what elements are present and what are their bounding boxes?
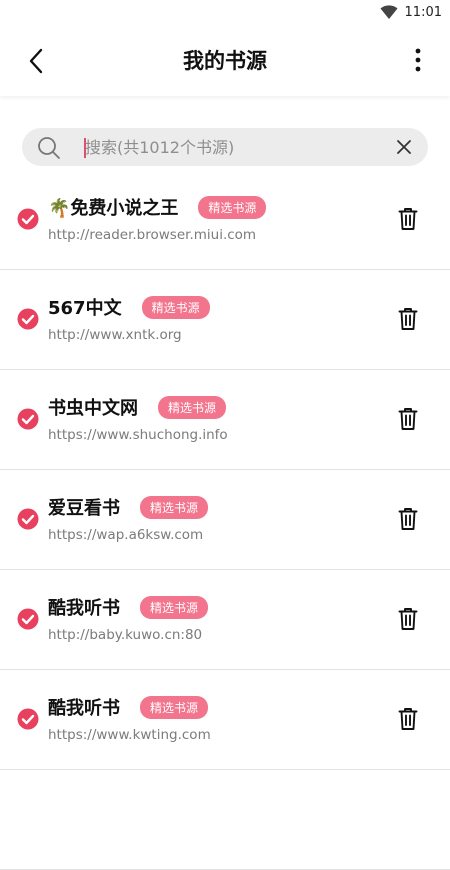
trash-icon[interactable] <box>398 207 418 231</box>
clear-icon[interactable] <box>396 139 412 155</box>
source-title-row: 书虫中文网 精选书源 <box>48 394 227 420</box>
source-list: 🌴免费小说之王 精选书源 http://reader.browser.miui.… <box>0 170 450 870</box>
list-item[interactable]: 酷我听书 精选书源 http://baby.kuwo.cn:80 <box>0 570 450 670</box>
status-bar: 11:01 <box>0 0 450 26</box>
source-name: 酷我听书 <box>48 698 120 719</box>
featured-badge: 精选书源 <box>140 495 209 519</box>
source-name: 书虫中文网 <box>48 398 138 419</box>
source-name: 酷我听书 <box>48 598 120 619</box>
trash-icon[interactable] <box>398 507 418 531</box>
source-url: http://reader.browser.miui.com <box>48 227 257 243</box>
checked-icon[interactable] <box>17 708 39 730</box>
status-time: 11:01 <box>404 5 442 20</box>
source-url: http://baby.kuwo.cn:80 <box>48 627 203 643</box>
search-bar <box>22 128 428 166</box>
list-item[interactable]: 567中文 精选书源 http://www.xntk.org <box>0 270 450 370</box>
more-options-icon[interactable] <box>410 46 426 76</box>
checked-icon[interactable] <box>17 508 39 530</box>
checked-icon[interactable] <box>17 308 39 330</box>
checked-icon[interactable] <box>17 408 39 430</box>
list-item[interactable]: 🌴免费小说之王 精选书源 http://reader.browser.miui.… <box>0 170 450 270</box>
list-item[interactable]: 书虫中文网 精选书源 https://www.shuchong.info <box>0 370 450 470</box>
source-name: 爱豆看书 <box>48 498 120 519</box>
featured-badge: 精选书源 <box>158 395 227 419</box>
source-name: 🌴免费小说之王 <box>48 198 179 219</box>
trash-icon[interactable] <box>398 607 418 631</box>
wifi-icon <box>380 5 398 19</box>
list-item[interactable]: 酷我听书 精选书源 https://www.kwting.com <box>0 670 450 770</box>
source-title-row: 🌴免费小说之王 精选书源 <box>48 194 267 220</box>
source-title-row: 567中文 精选书源 <box>48 294 210 320</box>
page-title: 我的书源 <box>183 49 267 73</box>
featured-badge: 精选书源 <box>140 595 209 619</box>
source-title-row: 酷我听书 精选书源 <box>48 594 209 620</box>
source-url: https://www.shuchong.info <box>48 427 228 443</box>
list-item[interactable]: 爱豆看书 精选书源 https://wap.a6ksw.com <box>0 470 450 570</box>
source-name: 567中文 <box>48 298 122 319</box>
app-header: 我的书源 <box>0 26 450 96</box>
trash-icon[interactable] <box>398 407 418 431</box>
source-url: http://www.xntk.org <box>48 327 182 343</box>
featured-badge: 精选书源 <box>141 295 210 319</box>
source-url: https://wap.a6ksw.com <box>48 527 204 543</box>
source-url: https://www.kwting.com <box>48 727 211 743</box>
featured-badge: 精选书源 <box>198 195 267 219</box>
source-title-row: 酷我听书 精选书源 <box>48 694 209 720</box>
search-input[interactable] <box>85 128 385 166</box>
search-icon <box>38 137 60 159</box>
trash-icon[interactable] <box>398 707 418 731</box>
checked-icon[interactable] <box>17 608 39 630</box>
checked-icon[interactable] <box>17 208 39 230</box>
featured-badge: 精选书源 <box>140 695 209 719</box>
trash-icon[interactable] <box>398 307 418 331</box>
list-item[interactable] <box>0 770 450 870</box>
source-title-row: 爱豆看书 精选书源 <box>48 494 209 520</box>
